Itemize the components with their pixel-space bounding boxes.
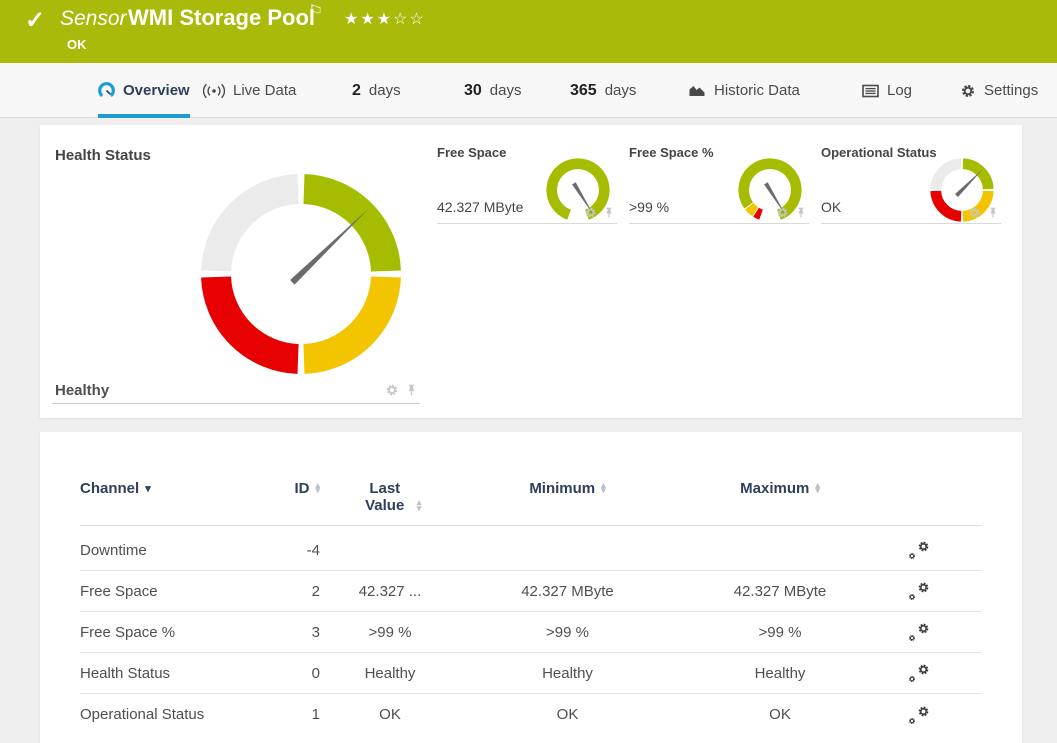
tab-number: 2 bbox=[352, 81, 361, 99]
header-minimum[interactable]: Minimum ▴ ▾ bbox=[460, 480, 675, 497]
table-header-row: Channel ▾ ID ▴ ▾ Last Value ▴ ▾ Minimum ▴ ▾… bbox=[80, 480, 982, 526]
tab-label: Live Data bbox=[233, 82, 297, 99]
tab-label: days bbox=[604, 82, 637, 99]
tab-log[interactable]: Log bbox=[862, 63, 912, 118]
gauge-reading: 42.327 MByte bbox=[437, 199, 524, 215]
priority-stars[interactable]: ★★★☆☆ bbox=[344, 9, 426, 29]
health-status-footer: Healthy bbox=[52, 381, 420, 404]
sort-arrows-icon[interactable]: ▴ ▾ bbox=[417, 497, 422, 512]
log-list-icon bbox=[862, 84, 879, 97]
panel-title: Free Space bbox=[437, 145, 507, 160]
channel-settings-gears-icon[interactable] bbox=[908, 705, 930, 725]
channel-name: Free Space bbox=[80, 582, 158, 600]
pin-icon[interactable] bbox=[603, 206, 615, 219]
gauge-icon bbox=[98, 82, 115, 98]
tab-label: Historic Data bbox=[714, 82, 800, 99]
tab-bar: Overview Live Data 2 days 30 days 365 da… bbox=[0, 63, 1057, 118]
header-id[interactable]: ID ▴ ▾ bbox=[270, 480, 320, 497]
flag-icon[interactable]: ⚐ bbox=[308, 2, 323, 22]
panel-title: Operational Status bbox=[821, 145, 937, 160]
gear-icon[interactable] bbox=[968, 206, 981, 219]
tab-label: Overview bbox=[123, 82, 190, 99]
sort-arrows-icon[interactable]: ▴ ▾ bbox=[815, 480, 820, 497]
object-kind-label: Sensor bbox=[60, 7, 127, 30]
channel-settings-gears-icon[interactable] bbox=[908, 540, 930, 560]
channel-name: Health Status bbox=[80, 664, 171, 682]
pin-icon[interactable] bbox=[405, 383, 418, 397]
gear-icon[interactable] bbox=[776, 206, 789, 219]
live-broadcast-icon bbox=[203, 83, 225, 98]
panel-title: Health Status bbox=[55, 147, 151, 164]
tab-label: Settings bbox=[984, 82, 1039, 99]
tab-number: 30 bbox=[464, 81, 482, 99]
sort-arrows-icon[interactable]: ▴ ▾ bbox=[601, 480, 606, 497]
status-badge: OK bbox=[67, 37, 87, 52]
gauge-reading: Healthy bbox=[55, 381, 110, 399]
sort-caret-icon: ▾ bbox=[145, 483, 151, 495]
tab-label: days bbox=[368, 82, 401, 99]
channel-name: Downtime bbox=[80, 541, 147, 559]
free-space-pct-panel: Free Space % >99 % bbox=[629, 143, 809, 224]
table-row: Health Status 0 Healthy Healthy Healthy bbox=[80, 653, 982, 694]
channel-name: Operational Status bbox=[80, 706, 205, 723]
operational-status-panel: Operational Status OK bbox=[821, 143, 1001, 224]
table-row: Operational Status 1 OK OK OK bbox=[80, 694, 982, 735]
area-chart-icon bbox=[689, 85, 705, 96]
sensor-header: ✓ Sensor WMI Storage Pool ⚐ ★★★☆☆ OK bbox=[0, 0, 1057, 63]
gauges-card: Health Status Healthy Free Space 42.327 … bbox=[40, 125, 1022, 418]
panel-title: Free Space % bbox=[629, 145, 714, 160]
tab-overview[interactable]: Overview bbox=[98, 63, 190, 118]
gauge-needle bbox=[955, 169, 983, 197]
gear-icon[interactable] bbox=[385, 383, 399, 397]
table-row: Downtime -4 bbox=[80, 530, 982, 571]
tab-label: days bbox=[489, 82, 522, 99]
channel-name: Free Space % bbox=[80, 623, 176, 641]
tab-historic-data[interactable]: Historic Data bbox=[688, 63, 800, 118]
free-space-panel: Free Space 42.327 MByte bbox=[437, 143, 617, 224]
channels-card: Channel ▾ ID ▴ ▾ Last Value ▴ ▾ Minimum ▴ ▾… bbox=[40, 432, 1022, 743]
header-channel[interactable]: Channel ▾ bbox=[80, 480, 270, 497]
tab-number: 365 bbox=[570, 81, 597, 99]
channel-settings-gears-icon[interactable] bbox=[908, 581, 930, 601]
gear-icon bbox=[962, 84, 974, 97]
tab-30-days[interactable]: 30 days bbox=[464, 63, 521, 118]
pin-icon[interactable] bbox=[795, 206, 807, 219]
tab-365-days[interactable]: 365 days bbox=[570, 63, 636, 118]
channel-settings-gears-icon[interactable] bbox=[908, 663, 930, 683]
gauge-needle bbox=[290, 208, 370, 285]
gauge-reading: >99 % bbox=[629, 199, 670, 215]
header-last-value[interactable]: Last Value ▴ ▾ bbox=[320, 480, 460, 514]
gauge-reading: OK bbox=[821, 199, 842, 215]
channels-table: Channel ▾ ID ▴ ▾ Last Value ▴ ▾ Minimum ▴ ▾… bbox=[80, 480, 982, 735]
tab-live-data[interactable]: Live Data bbox=[203, 63, 296, 118]
active-tab-underline bbox=[98, 114, 190, 118]
sensor-title: WMI Storage Pool bbox=[128, 5, 315, 30]
pin-icon[interactable] bbox=[987, 206, 999, 219]
tab-settings[interactable]: Settings bbox=[960, 63, 1038, 118]
table-row: Free Space % 3 >99 % >99 % >99 % bbox=[80, 612, 982, 653]
header-maximum[interactable]: Maximum ▴ ▾ bbox=[675, 480, 885, 497]
tab-label: Log bbox=[887, 82, 913, 99]
tab-2-days[interactable]: 2 days bbox=[352, 63, 401, 118]
gear-icon[interactable] bbox=[584, 206, 597, 219]
health-status-gauge bbox=[201, 174, 401, 374]
status-check-icon: ✓ bbox=[25, 7, 46, 34]
table-row: Free Space 2 42.327 ... 42.327 MByte 42.… bbox=[80, 571, 982, 612]
channel-settings-gears-icon[interactable] bbox=[908, 622, 930, 642]
health-status-panel: Health Status Healthy bbox=[40, 125, 420, 418]
